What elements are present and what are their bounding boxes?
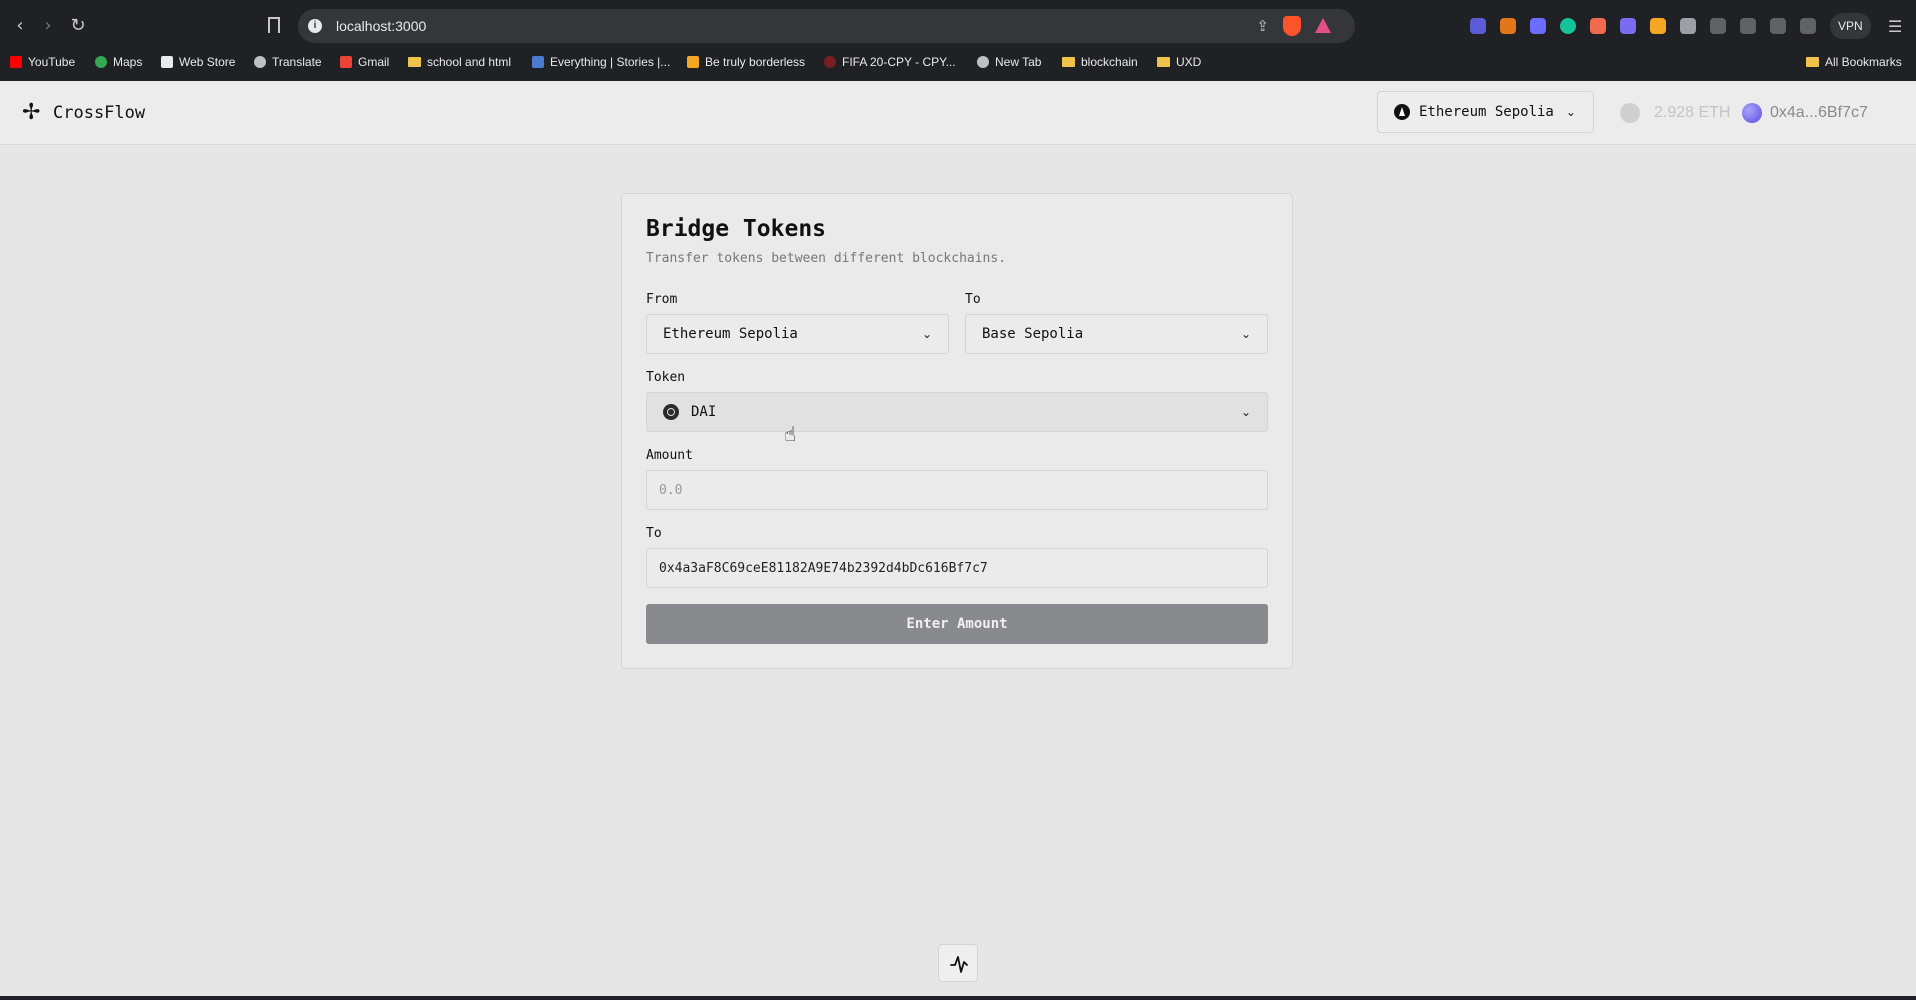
extensions-puzzle-icon[interactable] bbox=[1710, 18, 1726, 34]
chevron-down-icon: ⌄ bbox=[1565, 105, 1576, 119]
share-icon[interactable]: ⇪ bbox=[1256, 17, 1269, 35]
network-selector[interactable]: Ethereum Sepolia ⌄ bbox=[1377, 91, 1594, 133]
all-bookmarks[interactable]: All Bookmarks bbox=[1806, 53, 1902, 71]
vpn-button[interactable]: VPN bbox=[1830, 13, 1871, 39]
page-title: Bridge Tokens bbox=[646, 216, 827, 242]
recipient-address-input[interactable] bbox=[646, 548, 1268, 588]
window-bottom-edge bbox=[0, 996, 1916, 1000]
bookmark-youtube[interactable]: YouTube bbox=[10, 53, 75, 71]
maps-icon bbox=[95, 56, 107, 68]
wallet-icon[interactable] bbox=[1770, 18, 1786, 34]
app-header: ✢ CrossFlow Ethereum Sepolia ⌄ 2.928 ETH… bbox=[0, 81, 1916, 145]
brave-rewards-icon[interactable] bbox=[1315, 18, 1331, 33]
chevron-down-icon: ⌄ bbox=[1240, 327, 1251, 341]
account-address: 0x4a...6Bf7c7 bbox=[1770, 104, 1868, 121]
token-select[interactable]: DAI ⌄ bbox=[646, 392, 1268, 432]
reload-icon[interactable]: ↻ bbox=[66, 14, 90, 38]
to-chain-select[interactable]: Base Sepolia ⌄ bbox=[965, 314, 1268, 354]
menu-icon[interactable]: ☰ bbox=[1888, 17, 1902, 36]
recipient-label: To bbox=[646, 526, 662, 541]
activity-icon bbox=[950, 956, 968, 973]
page-subtitle: Transfer tokens between different blockc… bbox=[646, 251, 1007, 266]
token-balance-icon bbox=[1620, 103, 1640, 123]
wallet-balance: 2.928 ETH bbox=[1620, 103, 1730, 123]
chevron-down-icon: ⌄ bbox=[1240, 405, 1251, 419]
bookmark-new-tab[interactable]: New Tab bbox=[977, 53, 1041, 71]
chevron-down-icon: ⌄ bbox=[921, 327, 932, 341]
activity-button[interactable] bbox=[938, 944, 978, 982]
balance-text: 2.928 ETH bbox=[1654, 104, 1731, 121]
app-logo-text[interactable]: CrossFlow bbox=[53, 103, 145, 123]
ethereum-icon bbox=[1394, 104, 1410, 120]
browser-chrome: ‹ › ↻ i localhost:3000 ⇪ VPN ☰ YouTube M… bbox=[0, 0, 1916, 81]
bookmark-fifa[interactable]: FIFA 20-CPY - CPY... bbox=[824, 53, 956, 71]
from-chain-select[interactable]: Ethereum Sepolia ⌄ bbox=[646, 314, 949, 354]
bookmark-uxd[interactable]: UXD bbox=[1157, 53, 1201, 71]
from-label: From bbox=[646, 292, 678, 307]
address-bar[interactable]: i localhost:3000 ⇪ bbox=[298, 9, 1355, 43]
folder-icon bbox=[408, 57, 421, 67]
amount-label: Amount bbox=[646, 448, 693, 463]
account-button[interactable]: 0x4a...6Bf7c7 bbox=[1742, 103, 1868, 123]
to-label: To bbox=[965, 292, 981, 307]
bookmark-translate[interactable]: Translate bbox=[254, 53, 322, 71]
to-chain-value: Base Sepolia bbox=[982, 326, 1084, 342]
bookmark-everything-stories[interactable]: Everything | Stories |... bbox=[532, 53, 670, 71]
avatar bbox=[1742, 103, 1762, 123]
translate-icon bbox=[254, 56, 266, 68]
youtube-icon bbox=[10, 56, 22, 68]
crossflow-logo-icon: ✢ bbox=[22, 100, 41, 125]
brave-shields-icon[interactable] bbox=[1283, 16, 1301, 36]
gmail-icon bbox=[340, 56, 352, 68]
bookmark-blockchain[interactable]: blockchain bbox=[1062, 53, 1138, 71]
bookmark-be-truly-borderless[interactable]: Be truly borderless bbox=[687, 53, 805, 71]
forward-icon[interactable]: › bbox=[36, 14, 60, 38]
extension-icon[interactable] bbox=[1620, 18, 1636, 34]
amount-input[interactable] bbox=[646, 470, 1268, 510]
sidebar-icon[interactable] bbox=[1740, 18, 1756, 34]
site-icon bbox=[532, 56, 544, 68]
shield-icon[interactable] bbox=[1680, 18, 1696, 34]
enter-amount-button[interactable]: Enter Amount bbox=[646, 604, 1268, 644]
leo-ai-icon[interactable] bbox=[1800, 18, 1816, 34]
bookmark-web-store[interactable]: Web Store bbox=[161, 53, 235, 71]
folder-icon bbox=[1062, 57, 1075, 67]
bookmarks-bar: YouTube Maps Web Store Translate Gmail s… bbox=[0, 49, 1916, 73]
token-label: Token bbox=[646, 370, 686, 385]
network-label: Ethereum Sepolia bbox=[1419, 104, 1554, 120]
from-chain-value: Ethereum Sepolia bbox=[663, 326, 798, 342]
metamask-icon[interactable] bbox=[1500, 18, 1516, 34]
extension-icon[interactable] bbox=[1650, 18, 1666, 34]
back-icon[interactable]: ‹ bbox=[8, 14, 32, 38]
extension-icon[interactable] bbox=[1470, 18, 1486, 34]
site-info-icon[interactable]: i bbox=[308, 19, 322, 33]
extension-icon[interactable] bbox=[1530, 18, 1546, 34]
bookmark-page-icon[interactable] bbox=[268, 17, 280, 33]
globe-icon bbox=[977, 56, 989, 68]
web-store-icon bbox=[161, 56, 173, 68]
bookmark-school-and-html[interactable]: school and html bbox=[408, 53, 511, 71]
folder-icon bbox=[1806, 57, 1819, 67]
browser-toolbar: ‹ › ↻ i localhost:3000 ⇪ VPN ☰ bbox=[0, 6, 1916, 46]
hand-cursor-icon: ☝ bbox=[784, 422, 797, 446]
bridge-card: Bridge Tokens Transfer tokens between di… bbox=[621, 193, 1293, 669]
folder-icon bbox=[1157, 57, 1170, 67]
extension-icon[interactable] bbox=[1590, 18, 1606, 34]
bookmark-maps[interactable]: Maps bbox=[95, 53, 142, 71]
bookmark-gmail[interactable]: Gmail bbox=[340, 53, 389, 71]
dai-icon bbox=[663, 404, 679, 420]
grammarly-icon[interactable] bbox=[1560, 18, 1576, 34]
site-icon bbox=[824, 56, 836, 68]
url-text[interactable]: localhost:3000 bbox=[336, 18, 426, 34]
site-icon bbox=[687, 56, 699, 68]
token-value: DAI bbox=[691, 404, 717, 420]
